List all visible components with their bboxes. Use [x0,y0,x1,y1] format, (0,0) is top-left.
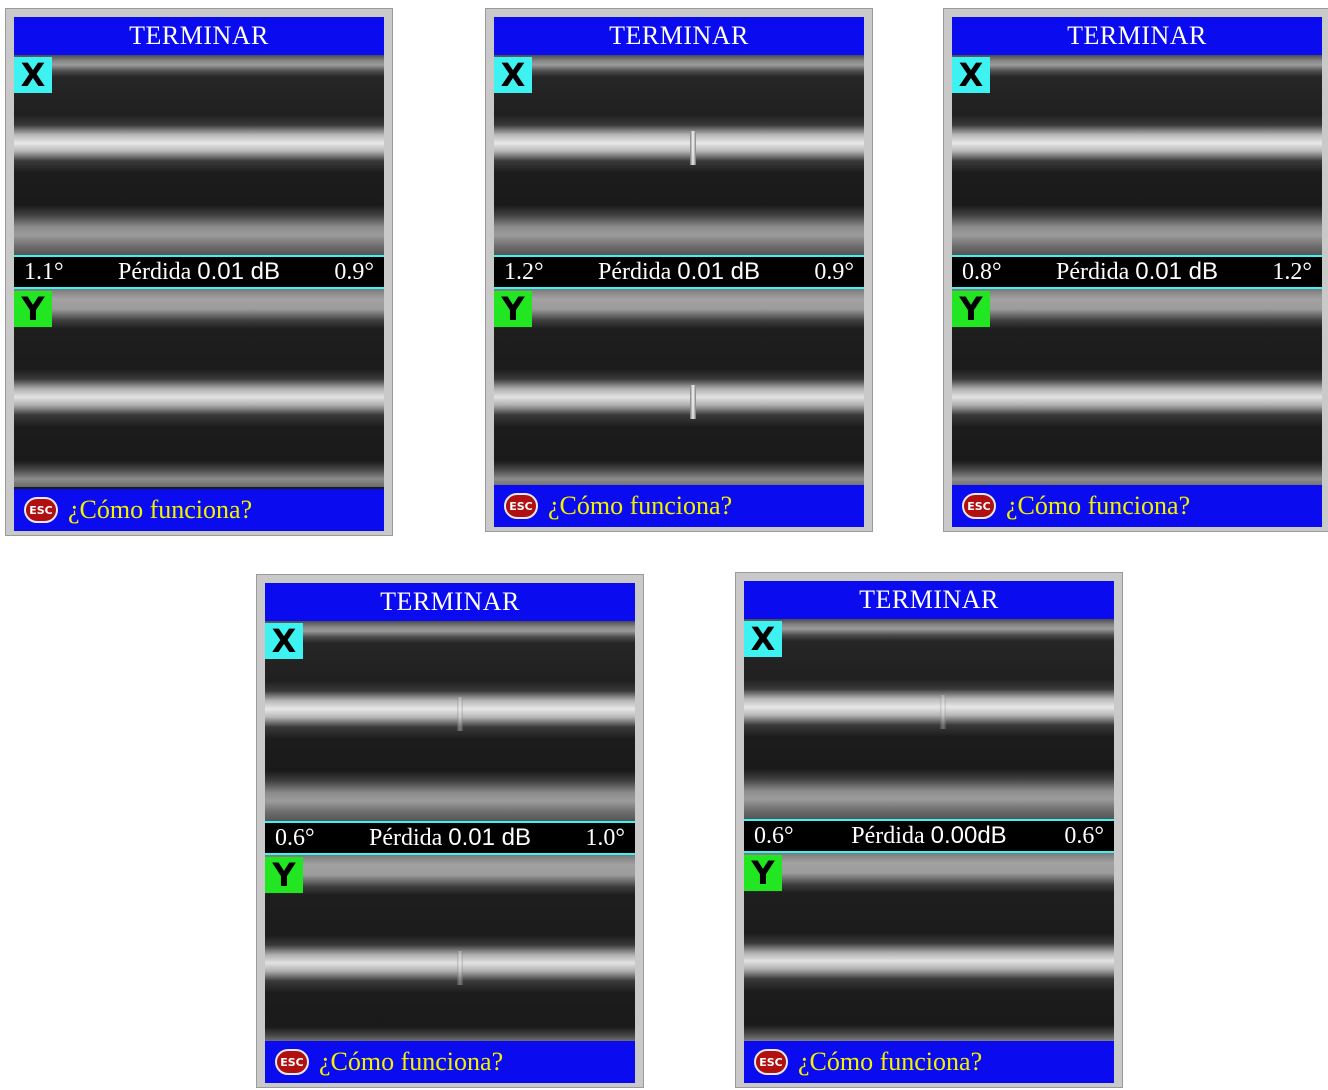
loss-value: 0.01 dB [448,824,532,851]
loss-group: Pérdida 0.01 dB [1056,258,1218,286]
right-angle: 1.2° [1272,258,1312,285]
help-footer[interactable]: ESC ¿Cómo funciona? [14,489,384,531]
loss-value: 0.01 dB [1135,258,1219,285]
y-view: Y [14,289,384,487]
y-axis-label: Y [952,291,990,327]
x-axis-label: X [14,57,52,93]
splicer-screen-5: TERMINAR X 0.6° Pérdida 0.00dB 0.6° Y ES… [735,572,1123,1088]
screen-display: TERMINAR X 0.6° Pérdida 0.01 dB 1.0° Y E… [265,583,635,1083]
loss-info-bar: 0.8° Pérdida 0.01 dB 1.2° [952,255,1322,289]
left-angle: 0.6° [754,822,794,849]
splicer-screen-2: TERMINAR X 1.2° Pérdida 0.01 dB 0.9° Y E… [485,8,873,532]
loss-label: Pérdida [117,259,192,285]
splice-mark [457,697,463,731]
loss-label: Pérdida [1055,259,1130,285]
y-view: Y [744,853,1114,1051]
help-footer[interactable]: ESC ¿Cómo funciona? [744,1041,1114,1083]
splice-mark [940,695,946,729]
help-text: ¿Cómo funciona? [798,1047,983,1076]
help-text: ¿Cómo funciona? [548,491,733,520]
splicer-screen-3: TERMINAR X 0.8° Pérdida 0.01 dB 1.2° Y E… [943,8,1328,532]
loss-info-bar: 1.2° Pérdida 0.01 dB 0.9° [494,255,864,289]
splice-mark [457,951,463,985]
left-angle: 1.2° [504,258,544,285]
loss-group: Pérdida 0.00dB [851,822,1006,850]
loss-value: 0.01 dB [197,258,281,285]
screen-display: TERMINAR X 1.1° Pérdida 0.01 dB 0.9° Y E… [14,17,384,531]
help-text: ¿Cómo funciona? [1006,491,1191,520]
loss-info-bar: 0.6° Pérdida 0.00dB 0.6° [744,819,1114,853]
help-text: ¿Cómo funciona? [319,1047,504,1076]
splice-mark [690,131,696,165]
loss-label: Pérdida [368,825,443,851]
y-view: Y [265,855,635,1053]
splice-mark [690,385,696,419]
y-view: Y [494,289,864,487]
loss-group: Pérdida 0.01 dB [369,824,531,852]
loss-group: Pérdida 0.01 dB [118,258,280,286]
screen-display: TERMINAR X 0.8° Pérdida 0.01 dB 1.2° Y E… [952,17,1322,527]
right-angle: 0.9° [334,258,374,285]
y-axis-label: Y [265,857,303,893]
x-view: X [744,619,1114,819]
screen-title: TERMINAR [265,583,635,621]
y-axis-label: Y [494,291,532,327]
left-angle: 0.6° [275,824,315,851]
screen-title: TERMINAR [952,17,1322,55]
left-angle: 1.1° [24,258,64,285]
x-axis-label: X [744,621,782,657]
help-text: ¿Cómo funciona? [68,495,253,524]
esc-key-icon[interactable]: ESC [504,493,538,519]
right-angle: 1.0° [585,824,625,851]
x-axis-label: X [494,57,532,93]
screen-title: TERMINAR [14,17,384,55]
esc-key-icon[interactable]: ESC [275,1049,309,1075]
esc-key-icon[interactable]: ESC [754,1049,788,1075]
screen-title: TERMINAR [744,581,1114,619]
esc-key-icon[interactable]: ESC [962,493,996,519]
help-footer[interactable]: ESC ¿Cómo funciona? [952,485,1322,527]
y-axis-label: Y [744,855,782,891]
loss-info-bar: 1.1° Pérdida 0.01 dB 0.9° [14,255,384,289]
x-axis-label: X [952,57,990,93]
y-view: Y [952,289,1322,487]
splicer-screen-4: TERMINAR X 0.6° Pérdida 0.01 dB 1.0° Y E… [256,574,644,1088]
loss-info-bar: 0.6° Pérdida 0.01 dB 1.0° [265,821,635,855]
x-view: X [952,55,1322,255]
screen-title: TERMINAR [494,17,864,55]
screen-display: TERMINAR X 0.6° Pérdida 0.00dB 0.6° Y ES… [744,581,1114,1083]
x-view: X [494,55,864,255]
loss-value: 0.01 dB [677,258,761,285]
x-axis-label: X [265,623,303,659]
right-angle: 0.9° [814,258,854,285]
x-view: X [14,55,384,255]
loss-group: Pérdida 0.01 dB [598,258,760,286]
screen-display: TERMINAR X 1.2° Pérdida 0.01 dB 0.9° Y E… [494,17,864,527]
loss-label: Pérdida [851,823,925,849]
esc-key-icon[interactable]: ESC [24,497,58,523]
loss-label: Pérdida [597,259,672,285]
left-angle: 0.8° [962,258,1002,285]
loss-value: 0.00dB [930,822,1007,849]
help-footer[interactable]: ESC ¿Cómo funciona? [265,1041,635,1083]
x-view: X [265,621,635,821]
help-footer[interactable]: ESC ¿Cómo funciona? [494,485,864,527]
y-axis-label: Y [14,291,52,327]
right-angle: 0.6° [1064,822,1104,849]
splicer-screen-1: TERMINAR X 1.1° Pérdida 0.01 dB 0.9° Y E… [5,8,393,536]
